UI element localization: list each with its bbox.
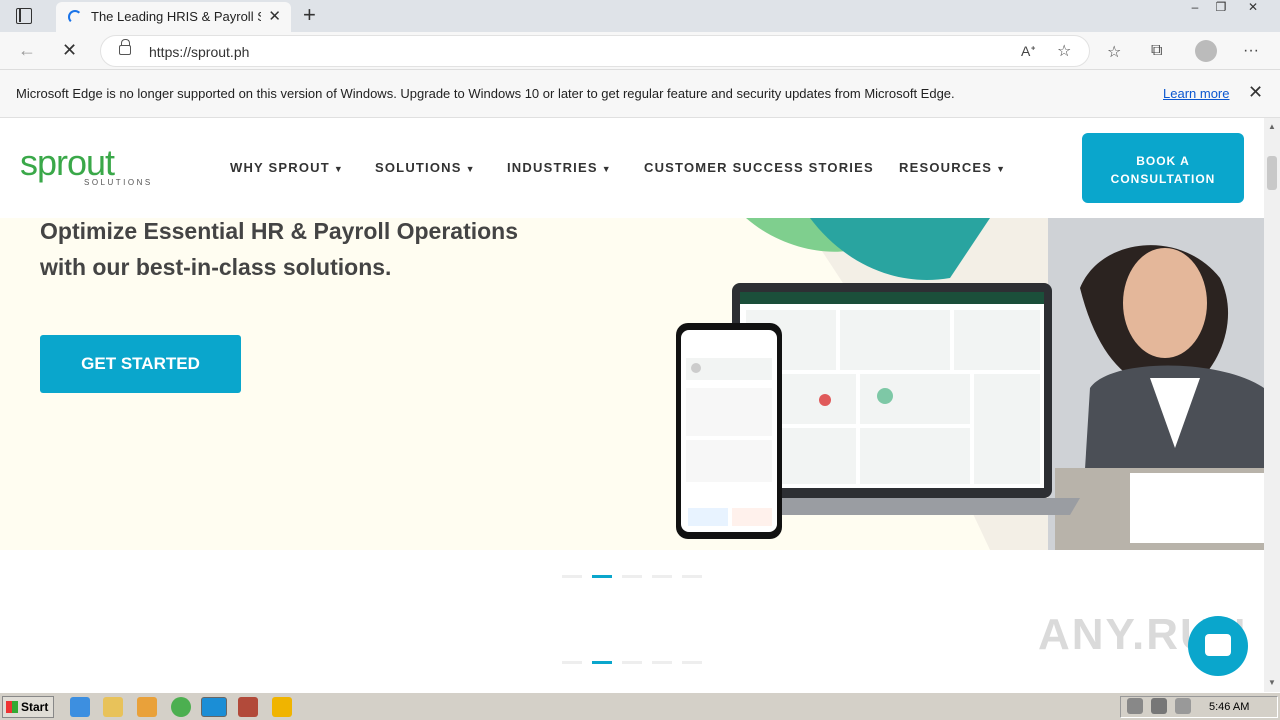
page-scrollbar[interactable]: ▲ ▼ (1264, 118, 1280, 692)
nav-solutions[interactable]: SOLUTIONS ▼ (375, 160, 476, 175)
page-viewport: sprout SOLUTIONS WHY SPROUT ▼ SOLUTIONS ▼ … (0, 118, 1264, 692)
lock-icon[interactable] (119, 39, 131, 55)
carousel-dot[interactable] (622, 661, 642, 664)
more-menu-icon[interactable]: ··· (1243, 42, 1259, 60)
logo-subtitle: SOLUTIONS (84, 178, 153, 187)
book-consultation-button[interactable]: BOOK A CONSULTATION (1082, 133, 1244, 203)
favorites-icon[interactable]: ☆ (1107, 42, 1121, 62)
caret-down-icon: ▼ (601, 164, 612, 174)
nav-customer-success-stories[interactable]: CUSTOMER SUCCESS STORIES (644, 160, 874, 175)
site-header: sprout SOLUTIONS WHY SPROUT ▼ SOLUTIONS ▼ … (0, 118, 1264, 218)
nav-why-sprout[interactable]: WHY SPROUT ▼ (230, 160, 344, 175)
caret-down-icon: ▼ (465, 164, 476, 174)
ie-icon[interactable] (70, 697, 90, 717)
flag-icon[interactable] (1175, 698, 1191, 714)
caret-down-icon: ▼ (996, 164, 1007, 174)
app-icon[interactable] (272, 697, 292, 717)
learn-more-link[interactable]: Learn more (1163, 86, 1229, 101)
start-label: Start (21, 700, 49, 714)
hero-illustration (676, 218, 1264, 550)
browser-tab-bar: The Leading HRIS & Payroll Sof ✕ + – ❐ ✕ (0, 0, 1280, 32)
scroll-up-icon[interactable]: ▲ (1268, 122, 1276, 131)
restore-button[interactable]: ❐ (1208, 0, 1234, 18)
nav-label: INDUSTRIES (507, 160, 598, 175)
minimize-button[interactable]: – (1182, 0, 1208, 18)
add-favorite-icon[interactable]: ☆ (1057, 41, 1071, 61)
collections-icon[interactable]: ⧉ (1151, 42, 1162, 60)
hero-title-line-2: with our best-in-class solutions. (40, 254, 392, 280)
url-text[interactable]: https://sprout.ph (149, 44, 249, 60)
carousel-dot-active[interactable] (592, 661, 612, 664)
carousel-dots-top (562, 575, 712, 578)
tab-actions-icon[interactable] (16, 8, 32, 24)
scroll-down-icon[interactable]: ▼ (1268, 678, 1276, 687)
scroll-thumb[interactable] (1267, 156, 1277, 190)
carousel-dot[interactable] (562, 661, 582, 664)
chrome-icon[interactable] (171, 697, 191, 717)
nav-label: WHY SPROUT (230, 160, 330, 175)
windows-flag-icon (6, 701, 18, 713)
nav-label: SOLUTIONS (375, 160, 462, 175)
carousel-dot[interactable] (562, 575, 582, 578)
loading-spinner-icon (68, 10, 82, 24)
explorer-icon[interactable] (103, 697, 123, 717)
carousel-dot[interactable] (652, 661, 672, 664)
read-aloud-icon[interactable]: Aᐩ (1021, 43, 1036, 60)
back-arrow-icon[interactable]: ← (18, 40, 36, 61)
window-close-button[interactable]: ✕ (1240, 0, 1266, 18)
hero-title: Optimize Essential HR & Payroll Operatio… (40, 218, 600, 285)
windows-taskbar: Start 5:46 AM (0, 692, 1280, 720)
caret-down-icon: ▼ (333, 164, 344, 174)
carousel-dot[interactable] (622, 575, 642, 578)
infobar-close-icon[interactable]: ✕ (1248, 82, 1263, 103)
system-tray: 5:46 AM (1120, 696, 1278, 718)
volume-icon[interactable] (1127, 698, 1143, 714)
nav-resources[interactable]: RESOURCES ▼ (899, 160, 1006, 175)
browser-tab[interactable]: The Leading HRIS & Payroll Sof ✕ (56, 2, 291, 32)
carousel-dot[interactable] (682, 661, 702, 664)
carousel-dot[interactable] (652, 575, 672, 578)
nav-industries[interactable]: INDUSTRIES ▼ (507, 160, 612, 175)
nav-label: RESOURCES (899, 160, 993, 175)
media-player-icon[interactable] (137, 697, 157, 717)
network-icon[interactable] (1151, 698, 1167, 714)
carousel-dots-bottom (562, 661, 712, 664)
unsupported-os-infobar: Microsoft Edge is no longer supported on… (0, 70, 1280, 118)
sprout-logo[interactable]: sprout SOLUTIONS (20, 142, 150, 188)
stop-loading-icon[interactable]: ✕ (62, 40, 77, 61)
infobar-message: Microsoft Edge is no longer supported on… (16, 86, 955, 101)
nav-label: CUSTOMER SUCCESS STORIES (644, 160, 874, 175)
address-input[interactable]: https://sprout.ph Aᐩ ☆ (100, 35, 1090, 67)
book-line-2: CONSULTATION (1110, 172, 1216, 186)
chat-icon (1205, 634, 1231, 656)
tab-title: The Leading HRIS & Payroll Sof (91, 9, 261, 24)
book-line-1: BOOK A (1136, 154, 1190, 168)
new-tab-button[interactable]: + (303, 2, 316, 28)
clock[interactable]: 5:46 AM (1209, 701, 1249, 713)
logo-wordmark: sprout (20, 142, 115, 183)
hero-title-line-1: Optimize Essential HR & Payroll Operatio… (40, 218, 519, 244)
archive-app-icon[interactable] (238, 697, 258, 717)
carousel-dot[interactable] (682, 575, 702, 578)
tab-close-icon[interactable]: ✕ (268, 7, 281, 25)
address-toolbar: ← ✕ https://sprout.ph Aᐩ ☆ ☆ ⧉ ··· (0, 32, 1280, 70)
edge-taskbar-icon[interactable] (201, 697, 227, 717)
profile-avatar[interactable] (1195, 40, 1217, 62)
start-button[interactable]: Start (2, 696, 54, 718)
chat-widget-button[interactable] (1188, 616, 1248, 676)
get-started-button[interactable]: GET STARTED (40, 335, 241, 393)
hero-section: Optimize Essential HR & Payroll Operatio… (0, 218, 1264, 550)
carousel-dot-active[interactable] (592, 575, 612, 578)
